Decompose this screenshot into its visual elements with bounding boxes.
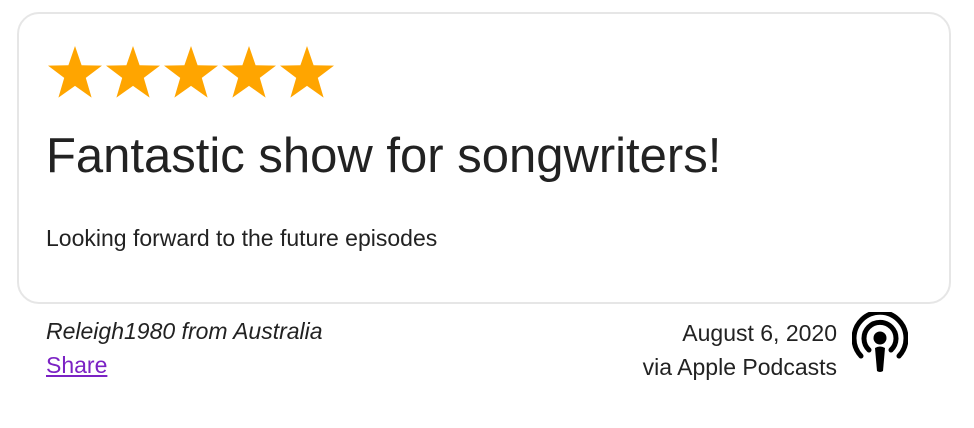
star-icon: [46, 44, 104, 102]
review-title: Fantastic show for songwriters!: [46, 129, 722, 183]
review-date: August 6, 2020: [682, 320, 837, 346]
star-icon: [162, 44, 220, 102]
review-author: Releigh1980 from Australia: [46, 318, 323, 344]
review-source: via Apple Podcasts: [642, 354, 837, 380]
review-body: Looking forward to the future episodes: [46, 225, 438, 251]
review-card: Fantastic show for songwriters! Looking …: [17, 12, 951, 304]
star-icon: [220, 44, 278, 102]
star-rating: [46, 44, 336, 102]
review-meta: August 6, 2020 via Apple Podcasts: [643, 316, 837, 384]
star-icon: [104, 44, 162, 102]
share-link[interactable]: Share: [46, 350, 107, 380]
star-icon: [278, 44, 336, 102]
apple-podcasts-icon: [852, 312, 908, 374]
